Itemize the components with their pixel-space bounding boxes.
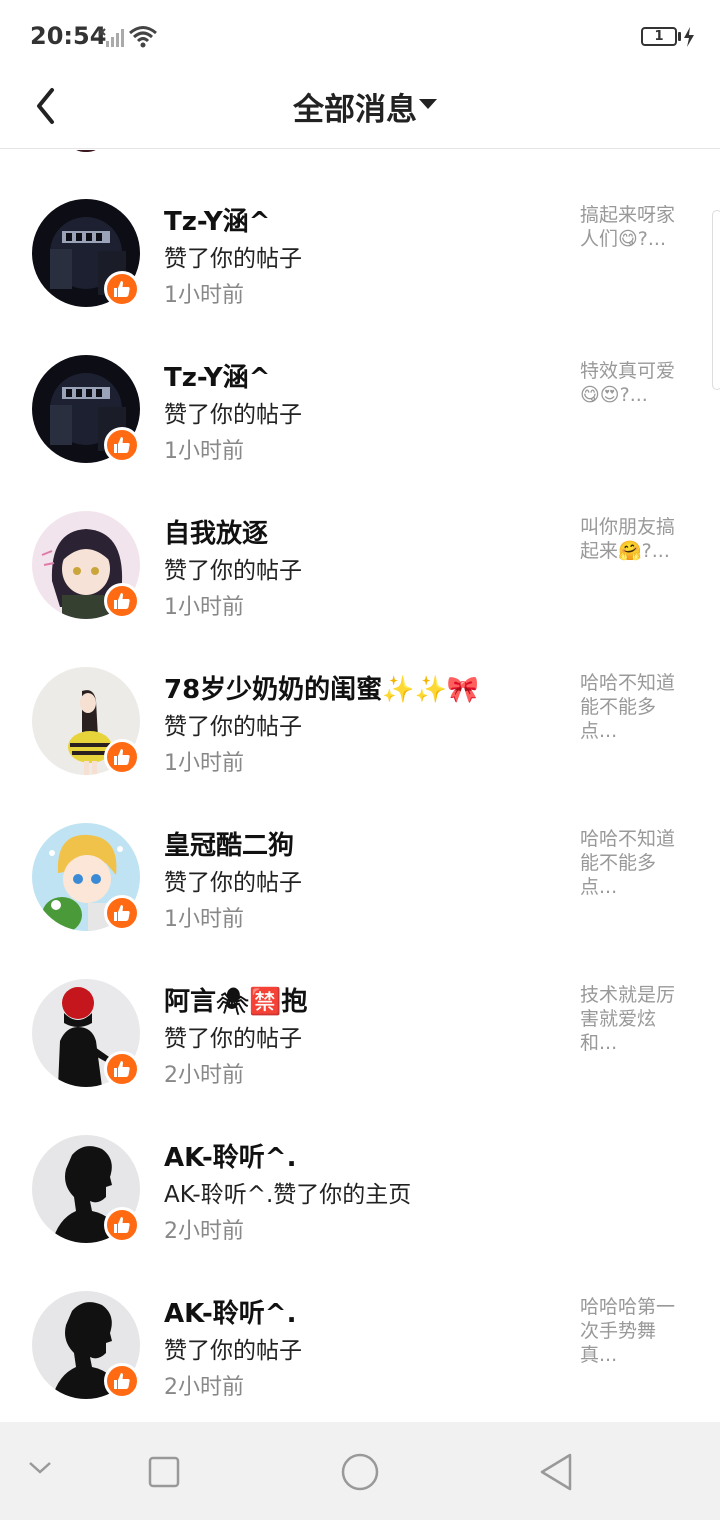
charging-icon <box>684 27 694 47</box>
list-item[interactable]: AK-聆听^. 赞了你的帖子 2小时前 哈哈哈第一次手势舞真... <box>0 1291 720 1422</box>
page-title[interactable]: 全部消息 <box>0 84 720 129</box>
item-action: 赞了你的帖子 <box>164 714 302 740</box>
item-action: AK-聆听^.赞了你的主页 <box>164 1182 412 1208</box>
battery-tip <box>678 32 681 41</box>
item-name[interactable]: Tz-Y涵^ <box>164 357 270 394</box>
status-time: 20:54 <box>30 22 107 50</box>
list-item[interactable]: Tz-Y涵^ 赞了你的帖子 1小时前 特效真可爱😋😍?... <box>0 355 720 495</box>
item-time: 2小时前 <box>164 1375 244 1400</box>
header: 全部消息 <box>0 70 720 149</box>
item-time: 1小时前 <box>164 907 244 932</box>
item-preview[interactable]: 搞起来呀家人们😋?... <box>580 203 688 251</box>
like-badge <box>104 1363 140 1399</box>
like-badge <box>104 427 140 463</box>
list-item[interactable]: Tz-Y涵^ 赞了你的帖子 1小时前 搞起来呀家人们😋?... <box>0 199 720 339</box>
list-item[interactable]: 阿言🕷🈲抱 赞了你的帖子 2小时前 技术就是厉害就爱炫和... <box>0 979 720 1119</box>
item-preview[interactable]: 哈哈哈第一次手势舞真... <box>580 1295 688 1367</box>
list-item[interactable]: 自我放逐 赞了你的帖子 1小时前 叫你朋友搞起来🤗?... <box>0 511 720 651</box>
system-nav-bar <box>0 1422 720 1520</box>
item-name[interactable]: Tz-Y涵^ <box>164 201 270 238</box>
item-preview[interactable]: 特效真可爱😋😍?... <box>580 359 688 407</box>
chevron-down-icon[interactable] <box>28 1460 52 1476</box>
list-item[interactable]: AK-聆听^. AK-聆听^.赞了你的主页 2小时前 <box>0 1135 720 1275</box>
item-action: 赞了你的帖子 <box>164 1026 302 1052</box>
item-action: 赞了你的帖子 <box>164 1338 302 1364</box>
item-name[interactable]: 78岁少奶奶的闺蜜✨✨🎀 <box>164 669 479 706</box>
caret-down-icon[interactable] <box>418 97 438 111</box>
thumbs-up-icon <box>114 749 130 765</box>
item-time: 1小时前 <box>164 283 244 308</box>
thumbs-up-icon <box>114 1217 130 1233</box>
item-preview[interactable]: 技术就是厉害就爱炫和... <box>580 983 688 1055</box>
like-badge <box>104 1207 140 1243</box>
item-time: 1小时前 <box>164 439 244 464</box>
like-badge <box>104 271 140 307</box>
wifi-icon <box>129 26 157 48</box>
item-name[interactable]: 阿言🕷🈲抱 <box>164 981 307 1018</box>
avatar <box>68 150 104 152</box>
item-time: 1小时前 <box>164 751 244 776</box>
item-action: 赞了你的帖子 <box>164 870 302 896</box>
item-action: 赞了你的帖子 <box>164 558 302 584</box>
recents-button[interactable] <box>148 1456 180 1488</box>
thumbs-up-icon <box>114 593 130 609</box>
thumbs-up-icon <box>114 1061 130 1077</box>
like-badge <box>104 895 140 931</box>
notification-list[interactable]: Tz-Y涵^ 赞了你的帖子 1小时前 搞起来呀家人们😋?... Tz-Y涵^ 赞… <box>0 150 720 1422</box>
like-badge <box>104 583 140 619</box>
item-time: 2小时前 <box>164 1219 244 1244</box>
item-preview[interactable]: 叫你朋友搞起来🤗?... <box>580 515 688 563</box>
status-bar: 20:54 1 <box>0 0 720 70</box>
back-nav-button[interactable] <box>538 1452 574 1492</box>
page-title-text: 全部消息 <box>293 92 417 128</box>
item-name[interactable]: 自我放逐 <box>164 513 268 550</box>
item-preview[interactable]: 哈哈不知道能不能多点... <box>580 827 688 899</box>
thumbs-up-icon <box>114 281 130 297</box>
item-name[interactable]: AK-聆听^. <box>164 1137 296 1174</box>
home-button[interactable] <box>340 1452 380 1492</box>
item-time: 2小时前 <box>164 1063 244 1088</box>
battery-level: 1 <box>654 29 664 44</box>
item-action: 赞了你的帖子 <box>164 246 302 272</box>
like-badge <box>104 1051 140 1087</box>
item-action: 赞了你的帖子 <box>164 402 302 428</box>
item-name[interactable]: 皇冠酷二狗 <box>164 825 294 862</box>
item-preview[interactable]: 哈哈不知道能不能多点... <box>580 671 688 743</box>
item-time: 1小时前 <box>164 595 244 620</box>
list-item[interactable]: 78岁少奶奶的闺蜜✨✨🎀 赞了你的帖子 1小时前 哈哈不知道能不能多点... <box>0 667 720 807</box>
list-item[interactable]: 皇冠酷二狗 赞了你的帖子 1小时前 哈哈不知道能不能多点... <box>0 823 720 963</box>
signal-icon <box>98 28 124 47</box>
battery-icon: 1 <box>641 27 677 46</box>
thumbs-up-icon <box>114 905 130 921</box>
thumbs-up-icon <box>114 1373 130 1389</box>
like-badge <box>104 739 140 775</box>
thumbs-up-icon <box>114 437 130 453</box>
item-name[interactable]: AK-聆听^. <box>164 1293 296 1330</box>
